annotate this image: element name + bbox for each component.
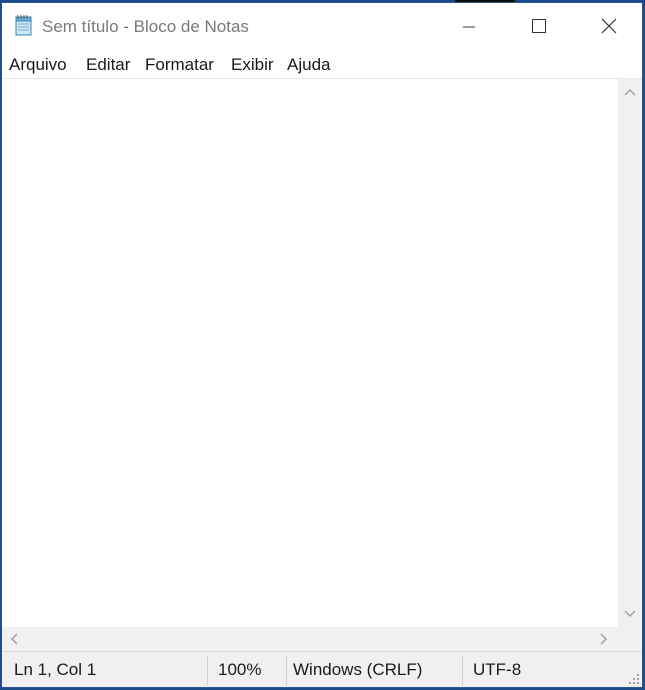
- maximize-icon: [532, 19, 546, 33]
- text-editor-area[interactable]: [2, 79, 618, 627]
- menu-ajuda[interactable]: Ajuda: [287, 55, 330, 75]
- resize-grip-icon[interactable]: [628, 673, 640, 685]
- close-icon: [601, 18, 617, 34]
- window-title: Sem título - Bloco de Notas: [42, 17, 249, 36]
- scroll-down-arrow-icon[interactable]: [624, 609, 636, 619]
- vertical-scrollbar[interactable]: [618, 79, 642, 627]
- status-divider: [286, 656, 287, 686]
- status-zoom: 100%: [218, 660, 262, 679]
- close-button[interactable]: [574, 3, 644, 49]
- status-encoding: UTF-8: [473, 660, 522, 679]
- maximize-button[interactable]: [504, 3, 574, 49]
- menu-arquivo[interactable]: Arquivo: [9, 55, 67, 75]
- menu-bar: Arquivo Editar Formatar Exibir Ajuda: [2, 49, 642, 79]
- minimize-button[interactable]: [434, 3, 504, 49]
- notepad-icon[interactable]: [14, 14, 34, 36]
- scroll-up-arrow-icon[interactable]: [624, 87, 636, 97]
- minimize-icon: [463, 26, 475, 28]
- status-divider: [462, 656, 463, 686]
- status-divider: [207, 656, 208, 686]
- horizontal-scrollbar[interactable]: [2, 627, 618, 651]
- menu-formatar[interactable]: Formatar: [145, 55, 214, 75]
- title-bar[interactable]: Sem título - Bloco de Notas: [2, 3, 642, 49]
- menu-exibir[interactable]: Exibir: [231, 55, 274, 75]
- menu-editar[interactable]: Editar: [86, 55, 130, 75]
- status-line-ending: Windows (CRLF): [293, 660, 423, 679]
- scroll-left-arrow-icon[interactable]: [9, 633, 19, 645]
- status-cursor-position: Ln 1, Col 1: [14, 660, 97, 679]
- notepad-window: Sem título - Bloco de Notas Arquivo Edit…: [1, 2, 643, 688]
- scroll-right-arrow-icon[interactable]: [599, 633, 609, 645]
- scrollbar-corner: [618, 627, 642, 651]
- status-bar: Ln 1, Col 1 100% Windows (CRLF) UTF-8: [2, 651, 642, 687]
